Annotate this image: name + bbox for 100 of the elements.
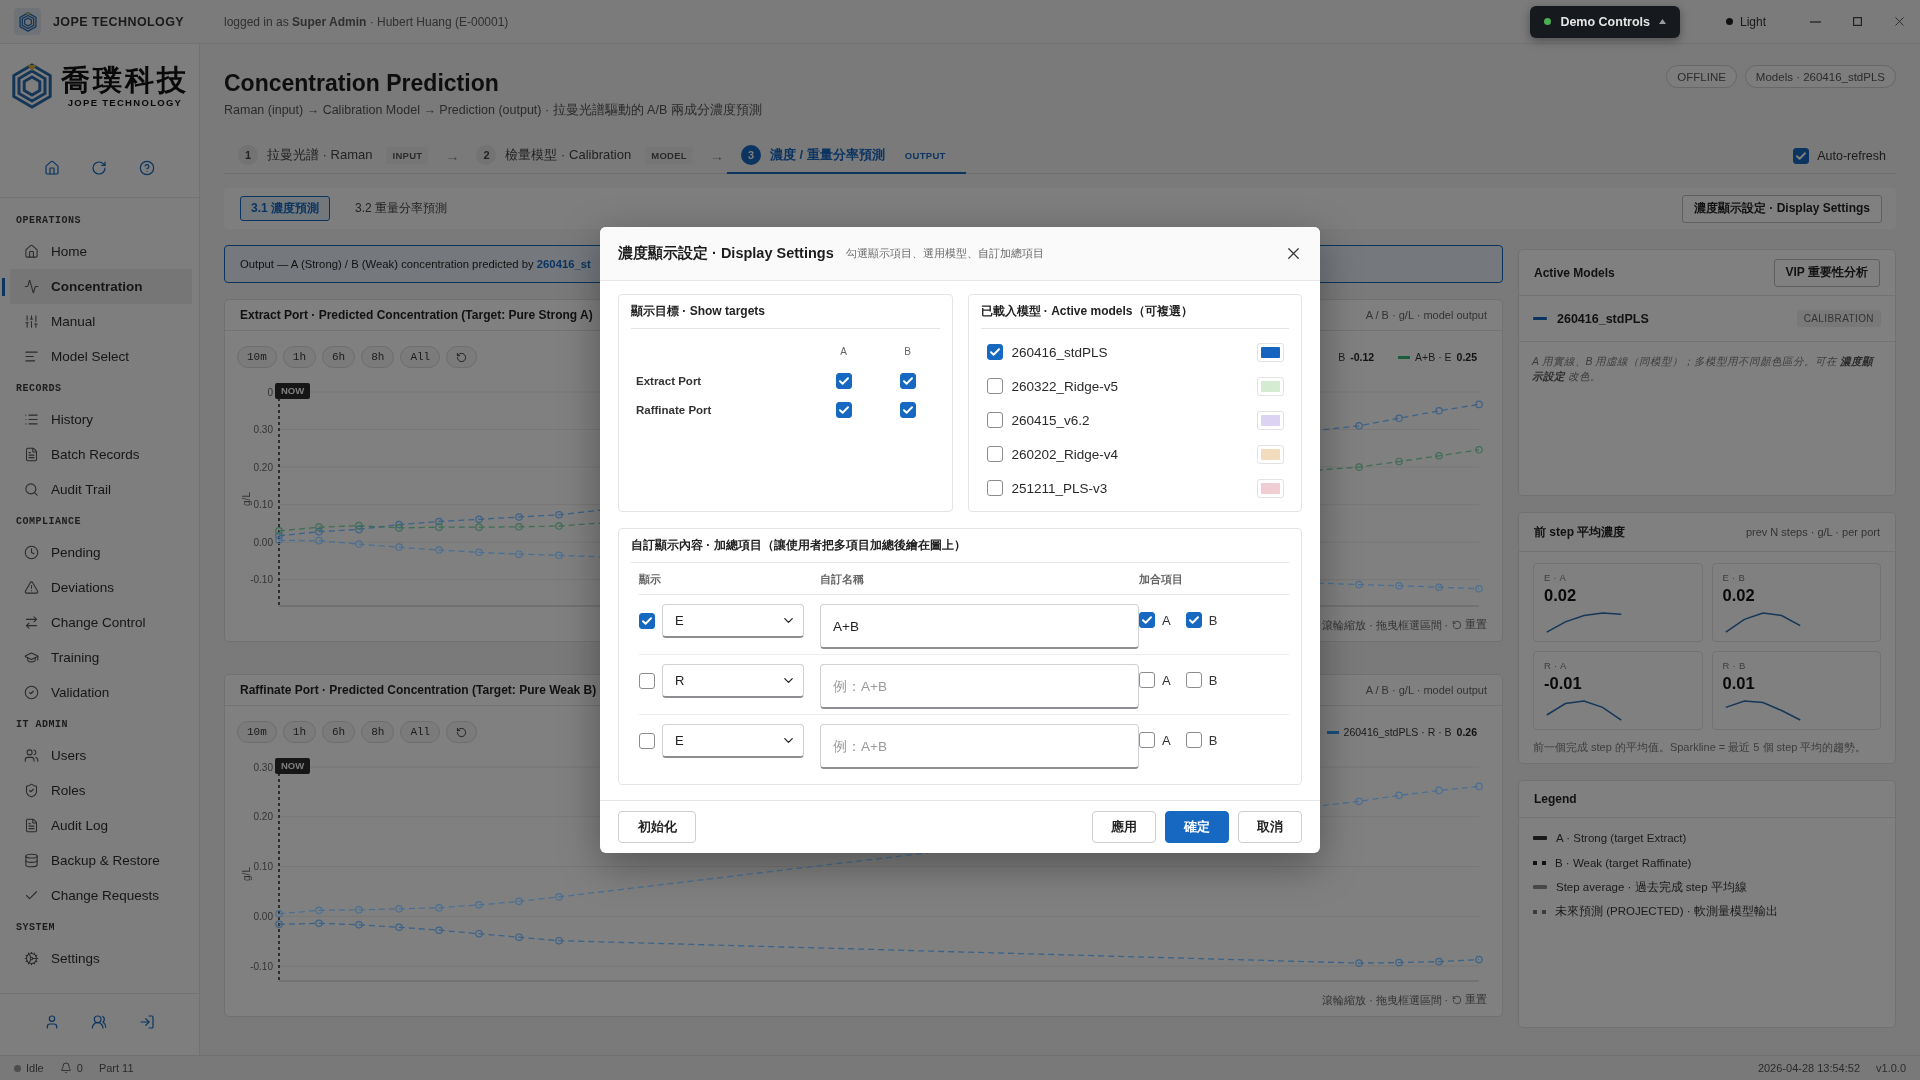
confirm-button[interactable]: 確定 <box>1165 811 1229 843</box>
demo-controls-button[interactable]: Demo Controls <box>1530 5 1680 38</box>
nav-item[interactable]: Audit Log <box>0 808 192 843</box>
section-label: COMPLIANCE <box>15 514 82 529</box>
nav-item[interactable]: History <box>0 402 192 437</box>
time-range-button[interactable]: 8h <box>361 346 395 368</box>
axis-tick-label: 0.20 <box>253 461 273 473</box>
point <box>1395 958 1403 967</box>
time-range-button[interactable]: 1h <box>282 721 316 743</box>
name-input[interactable]: A+B <box>820 604 1139 649</box>
checkbox[interactable] <box>1139 732 1155 748</box>
refresh-icon <box>91 159 108 176</box>
dialog-button[interactable]: 取消 <box>1238 811 1302 843</box>
nav-item[interactable]: Model Select <box>0 339 192 374</box>
port-select[interactable]: E <box>662 604 804 638</box>
nav-item[interactable]: Roles <box>0 773 192 808</box>
nav-item[interactable]: Settings <box>0 941 192 976</box>
point <box>435 546 443 554</box>
reset-link[interactable]: 重置 <box>1452 993 1487 1007</box>
model-name: 260416_stdPLS <box>1557 311 1649 326</box>
color-swatch-icon[interactable] <box>1261 346 1280 358</box>
reset-button[interactable]: 初始化 <box>618 811 696 843</box>
port-select[interactable]: R <box>662 664 804 698</box>
nav-item[interactable]: Deviations <box>0 570 192 605</box>
database-icon <box>24 853 39 868</box>
nav-item[interactable]: Validation <box>0 675 192 710</box>
point <box>475 929 483 938</box>
port-select[interactable]: E <box>662 724 804 758</box>
checkbox[interactable] <box>1793 147 1810 164</box>
checkbox[interactable] <box>639 613 655 629</box>
axis-tick-label: 0 <box>267 386 273 398</box>
color-swatch-icon[interactable] <box>1261 380 1280 392</box>
color-swatch-icon[interactable] <box>1261 482 1280 494</box>
checkbox[interactable] <box>835 401 852 418</box>
point <box>1355 959 1363 967</box>
nav-item[interactable]: Backup & Restore <box>0 843 192 878</box>
color-swatch-icon[interactable] <box>1261 448 1280 460</box>
point <box>435 523 443 531</box>
time-range-button[interactable]: 1h <box>282 346 316 368</box>
reset-zoom-button[interactable] <box>446 721 478 743</box>
nav-item[interactable]: Concentration <box>0 269 192 304</box>
time-range-button[interactable]: 6h <box>322 721 356 743</box>
nav-item[interactable]: Manual <box>0 304 192 339</box>
checkbox[interactable] <box>899 372 916 389</box>
sub-tab[interactable]: 3.2 重量分率預測 <box>344 196 459 221</box>
checkbox[interactable] <box>639 733 655 749</box>
checkbox[interactable] <box>986 344 1003 360</box>
checkbox[interactable] <box>1185 612 1202 628</box>
display-settings-button[interactable]: 濃度顯示設定 · Display Settings <box>1681 194 1882 223</box>
swap-arrows-icon <box>24 615 39 630</box>
checkmark-icon <box>902 405 913 414</box>
time-range-button[interactable]: 10m <box>237 721 277 743</box>
nav-item[interactable]: Batch Records <box>0 437 192 472</box>
nav-item[interactable]: Audit Trail <box>0 472 192 507</box>
nav-item[interactable]: Change Control <box>0 605 192 640</box>
color-swatch-icon[interactable] <box>1261 414 1280 426</box>
nav-item[interactable]: Pending <box>0 535 192 570</box>
reset-link[interactable]: 重置 <box>1452 618 1487 632</box>
checkbox[interactable] <box>1185 672 1202 688</box>
checkbox[interactable] <box>899 401 916 418</box>
time-range-button[interactable]: 6h <box>322 346 356 368</box>
step-tab[interactable]: 2 檢量模型 · Calibration MODEL <box>462 138 707 174</box>
checkmark-icon <box>1142 616 1152 624</box>
step-tab[interactable]: 1 拉曼光譜 · Raman INPUT <box>224 138 443 174</box>
compliance-label: Part 11 <box>98 1062 134 1074</box>
checkbox[interactable] <box>1139 612 1155 628</box>
checkbox[interactable] <box>639 673 655 689</box>
sliders-icon <box>24 314 39 329</box>
checkbox[interactable] <box>986 378 1003 394</box>
step-tab[interactable]: 3 濃度 / 重量分率預測 OUTPUT <box>727 138 966 174</box>
nav-item[interactable]: Users <box>0 738 192 773</box>
model-name: 260322_Ridge-v5 <box>1011 378 1119 394</box>
checkbox[interactable] <box>986 446 1003 462</box>
vip-analysis-button[interactable]: VIP 重要性分析 <box>1773 258 1880 287</box>
name-input[interactable]: 例：A+B <box>820 724 1139 769</box>
checkbox[interactable] <box>1139 672 1155 688</box>
sub-tab[interactable]: 3.1 濃度預測 <box>240 196 330 221</box>
time-range-button[interactable]: All <box>400 346 441 368</box>
name-input[interactable]: 例：A+B <box>820 664 1139 709</box>
theme-toggle[interactable]: Light <box>1725 14 1766 29</box>
help-icon <box>139 159 156 176</box>
nav-item[interactable]: Home <box>0 234 192 269</box>
time-range-button[interactable]: 10m <box>237 346 277 368</box>
point <box>1355 463 1363 471</box>
point <box>355 540 363 548</box>
axis-tick-label: -0.10 <box>250 574 273 586</box>
point <box>355 906 363 914</box>
checkbox[interactable] <box>1185 732 1202 748</box>
nav-item[interactable]: Training <box>0 640 192 675</box>
chart-hint: 滾輪縮放 · 拖曳框選區間 · <box>1322 993 1448 1007</box>
dialog-button[interactable]: 應用 <box>1092 811 1156 843</box>
reset-zoom-button[interactable] <box>446 346 478 368</box>
point <box>555 551 563 560</box>
time-range-button[interactable]: All <box>400 721 441 743</box>
checkbox[interactable] <box>835 372 852 389</box>
nav-item[interactable]: Change Requests <box>0 878 192 913</box>
time-range-button[interactable]: 8h <box>361 721 395 743</box>
checkbox[interactable] <box>986 480 1003 496</box>
checkbox[interactable] <box>986 412 1003 428</box>
point <box>275 920 283 929</box>
